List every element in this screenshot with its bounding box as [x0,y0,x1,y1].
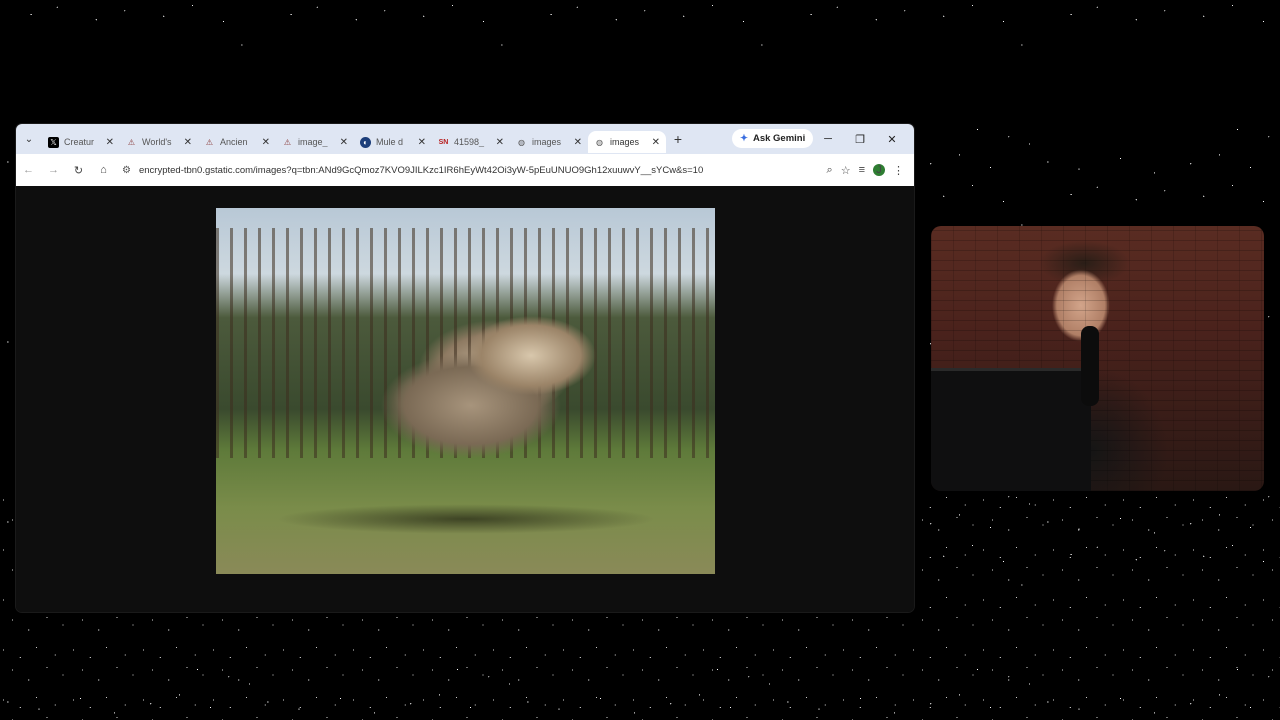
ask-gemini-button[interactable]: ✦ Ask Gemini [732,129,814,148]
restore-icon[interactable]: ❐ [844,133,876,146]
close-icon[interactable]: ✕ [340,137,348,148]
close-icon[interactable]: ✕ [418,137,426,148]
saber-tooth-cat [336,268,636,518]
tab[interactable]: ⚠ Ancien ✕ [198,131,276,153]
tab-title: Creatur [64,137,95,147]
generic-site-icon: ⚠ [205,137,214,147]
mule-site-icon: ◐ [360,136,371,148]
gemini-sparkle-icon: ✦ [740,133,748,144]
globe-icon: ◍ [518,137,525,147]
tab-active[interactable]: ◍ images ✕ [588,131,666,153]
tab-title: images [532,137,562,147]
forward-arrow-icon[interactable]: → [41,164,66,176]
generic-site-icon: ⚠ [127,137,136,147]
tab-strip: ⌄ 𝕏 Creatur ✕ ⚠ World's ✕ ⚠ Ancien ✕ ⚠ i… [16,124,914,154]
ground-shadow [276,504,656,534]
address-bar[interactable]: ⚙ encrypted-tbn0.gstatic.com/images?q=tb… [122,165,827,176]
close-icon[interactable]: ✕ [184,137,192,148]
profile-avatar[interactable]: J [873,164,885,176]
window-controls: ─ ❐ ✕ [812,124,908,154]
back-arrow-icon[interactable]: ← [16,164,41,176]
reload-icon[interactable]: ↻ [66,164,91,177]
generic-site-icon: ⚠ [283,137,292,147]
close-icon[interactable]: ✕ [652,137,660,148]
monitor [931,368,1091,491]
image-viewer [16,186,914,612]
site-info-icon[interactable]: ⚙ [122,165,131,176]
globe-icon: ◍ [596,137,603,147]
minimize-icon[interactable]: ─ [812,133,844,145]
webcam-overlay [931,226,1264,491]
tab[interactable]: 𝕏 Creatur ✕ [42,131,120,153]
close-window-icon[interactable]: ✕ [876,133,908,146]
x-logo-icon: 𝕏 [48,136,59,148]
tab-list-button[interactable]: ⌄ [16,134,42,145]
close-icon[interactable]: ✕ [262,137,270,148]
tab-title: 41598_ [454,137,485,147]
url-text[interactable]: encrypted-tbn0.gstatic.com/images?q=tbn:… [139,165,759,176]
saber-tooth-cat-image[interactable] [216,208,715,574]
tab-title: image_ [298,137,328,147]
browser-toolbar: ← → ↻ ⌂ ⚙ encrypted-tbn0.gstatic.com/ima… [16,154,914,186]
close-icon[interactable]: ✕ [574,137,582,148]
new-tab-button[interactable]: + [666,131,690,147]
tab-title: Ancien [220,137,248,147]
microphone [1081,326,1099,406]
tab[interactable]: ◐ Mule d ✕ [354,131,432,153]
tab-title: Mule d [376,137,404,147]
close-icon[interactable]: ✕ [106,137,114,148]
bookmark-star-icon[interactable]: ☆ [841,164,851,177]
home-icon[interactable]: ⌂ [91,164,116,176]
close-icon[interactable]: ✕ [496,137,504,148]
chevron-down-icon: ⌄ [24,133,34,145]
tab[interactable]: SN 41598_ ✕ [432,131,510,153]
browser-window: ⌄ 𝕏 Creatur ✕ ⚠ World's ✕ ⚠ Ancien ✕ ⚠ i… [16,124,914,612]
tab-title: World's [142,137,172,147]
ask-gemini-label: Ask Gemini [752,133,806,144]
tab[interactable]: ⚠ World's ✕ [120,131,198,153]
toolbar-icons: ⌕ ☆ ≡ J ⋮ [827,164,914,177]
sn-site-icon: SN [438,138,449,146]
tab-title: images [610,137,640,147]
reading-list-icon[interactable]: ≡ [859,164,865,176]
zoom-icon[interactable]: ⌕ [827,164,833,177]
menu-kebab-icon[interactable]: ⋮ [893,164,904,177]
tab[interactable]: ◍ images ✕ [510,131,588,153]
tab[interactable]: ⚠ image_ ✕ [276,131,354,153]
